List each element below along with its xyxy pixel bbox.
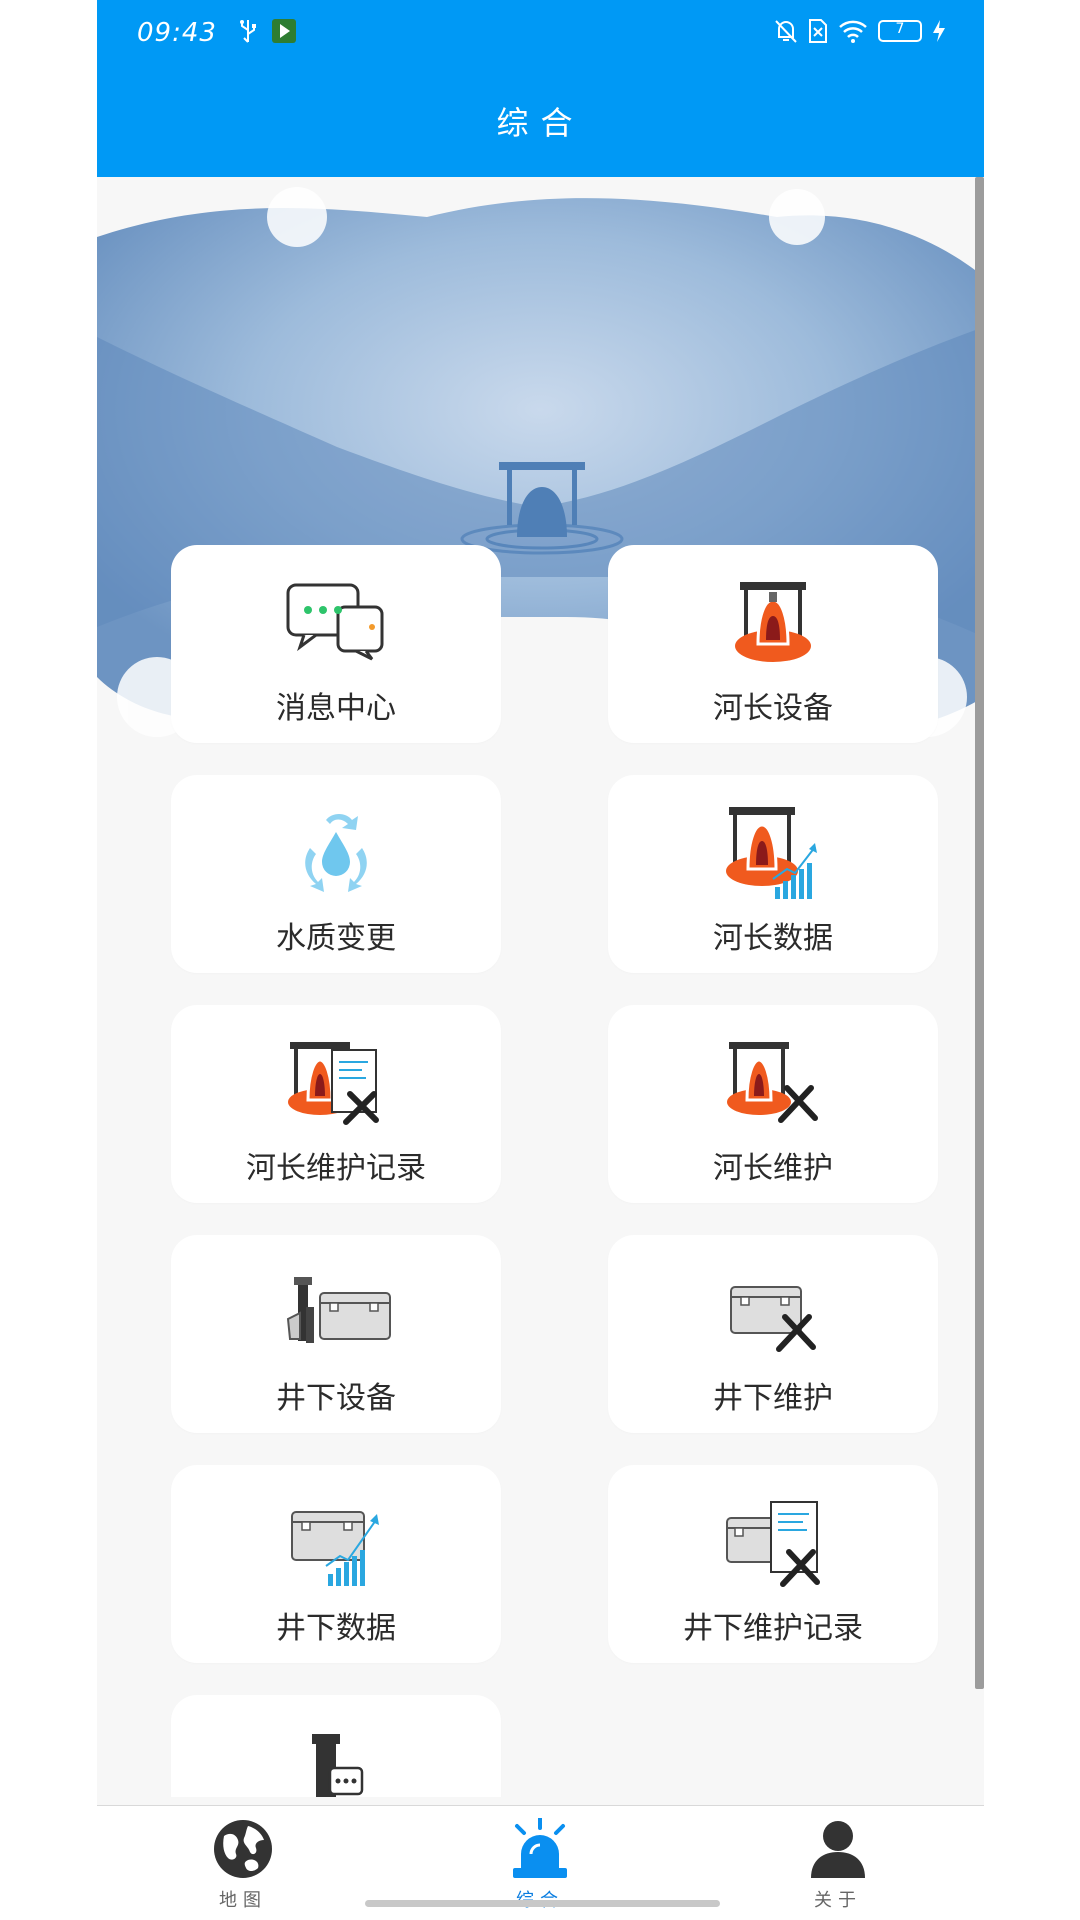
buoy-device-icon [735, 582, 811, 662]
buoy-maintenance-icon [727, 1042, 818, 1123]
menu-item-message-center[interactable]: 消息中心 [171, 545, 501, 743]
globe-icon [214, 1820, 272, 1878]
well-maintenance-icon [730, 1286, 816, 1352]
menu-item-label: 井下维护记录 [683, 1611, 863, 1646]
nav-label: 地图 [219, 1890, 267, 1911]
menu-item-label: 井下设备 [276, 1381, 396, 1416]
battery-indicator: 7 [878, 20, 922, 42]
menu-item-label: 河长维护记录 [246, 1151, 426, 1186]
nav-label: 关于 [814, 1890, 862, 1911]
page-title: 综合 [496, 104, 585, 142]
app-root: 09:43 7 综合 消息中心 河长设备 水质变更 河长数据 河长维护记录 河长… [97, 0, 984, 1920]
message-center-icon [286, 583, 384, 661]
menu-item-well-data[interactable]: 井下数据 [171, 1465, 501, 1663]
device-message-icon [312, 1734, 364, 1797]
menu-item-buoy-maintenance-record[interactable]: 河长维护记录 [171, 1005, 501, 1203]
wifi-icon [839, 20, 867, 43]
charging-icon [933, 20, 945, 42]
menu-item-well-device[interactable]: 井下设备 [171, 1235, 501, 1433]
menu-item-label: 水质变更 [276, 921, 396, 956]
battery-level: 7 [895, 21, 905, 37]
app-header: 09:43 7 综合 [97, 0, 984, 177]
nav-label: 综合 [460, 1886, 620, 1912]
menu-item-label: 河长维护 [713, 1151, 833, 1186]
menu-item-buoy-device[interactable]: 河长设备 [608, 545, 938, 743]
water-quality-icon [305, 814, 367, 892]
menu-item-well-maintenance[interactable]: 井下维护 [608, 1235, 938, 1433]
buoy-maintenance-record-icon [288, 1042, 379, 1125]
status-time: 09:43 [137, 18, 217, 48]
menu-item-label: 井下数据 [276, 1611, 396, 1646]
nav-item-map[interactable]: 地图 [163, 1818, 323, 1918]
menu-item-label: 河长设备 [713, 691, 833, 726]
nav-item-about[interactable]: 关于 [758, 1818, 918, 1918]
status-right-icons: 7 [774, 18, 946, 44]
menu-item-buoy-maintenance[interactable]: 河长维护 [608, 1005, 938, 1203]
no-sim-icon [809, 19, 827, 43]
well-data-icon [291, 1511, 379, 1586]
menu-item-well-maintenance-record[interactable]: 井下维护记录 [608, 1465, 938, 1663]
well-maintenance-record-icon [726, 1501, 820, 1587]
alarm-light-icon [513, 1818, 567, 1878]
main-content[interactable]: 消息中心 河长设备 水质变更 河长数据 河长维护记录 河长维护 井下设备 井下维… [97, 177, 984, 1797]
well-device-icon [286, 1277, 391, 1343]
menu-item-label: 消息中心 [276, 691, 396, 726]
menu-item-buoy-data[interactable]: 河长数据 [608, 775, 938, 973]
menu-item-label: 井下维护 [713, 1381, 833, 1416]
app-notification-icon [272, 19, 296, 43]
mute-bell-icon [775, 20, 797, 43]
home-indicator[interactable] [365, 1900, 720, 1907]
menu-item-device-message[interactable] [171, 1695, 501, 1797]
status-left-icons [237, 18, 297, 44]
buoy-data-icon [726, 807, 817, 899]
person-icon [811, 1821, 865, 1878]
menu-item-water-quality[interactable]: 水质变更 [171, 775, 501, 973]
menu-item-label: 河长数据 [713, 921, 833, 956]
usb-icon [240, 20, 256, 43]
scrollbar[interactable] [975, 177, 984, 1689]
